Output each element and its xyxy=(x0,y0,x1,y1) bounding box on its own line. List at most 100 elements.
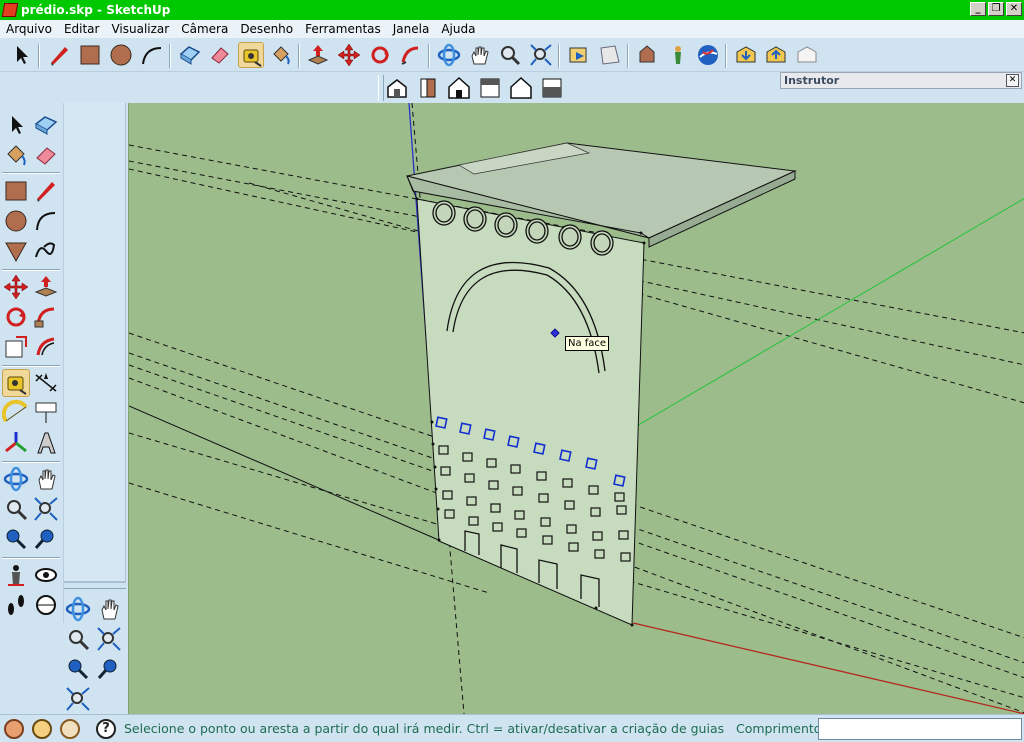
section-plane-icon[interactable] xyxy=(32,591,60,619)
pencil-icon[interactable] xyxy=(32,177,60,205)
instructor-panel: Instrutor ✕ xyxy=(780,72,1022,89)
zoom-icon[interactable] xyxy=(497,42,523,68)
previous-view-icon[interactable] xyxy=(64,655,92,683)
front-view-icon[interactable] xyxy=(415,75,441,101)
orbit-icon[interactable] xyxy=(64,595,92,623)
zoom-icon[interactable] xyxy=(64,625,92,653)
menu-arquivo[interactable]: Arquivo xyxy=(0,20,58,38)
sketchup-app-icon xyxy=(1,3,19,17)
make-component-icon[interactable] xyxy=(177,42,203,68)
red-axis xyxy=(632,622,1024,714)
offset-icon[interactable] xyxy=(32,333,60,361)
signin-icon[interactable] xyxy=(60,719,80,739)
polygon-icon[interactable] xyxy=(2,237,30,265)
follow-me-icon[interactable] xyxy=(32,303,60,331)
pan-icon[interactable] xyxy=(466,42,492,68)
tape-measure-icon[interactable] xyxy=(238,42,264,68)
minimize-button[interactable]: _ xyxy=(970,2,986,16)
measurement-input[interactable] xyxy=(818,718,1022,740)
scale-icon[interactable] xyxy=(2,333,30,361)
paint-bucket-icon[interactable] xyxy=(268,42,294,68)
get-models-icon[interactable] xyxy=(566,42,592,68)
push-pull-icon[interactable] xyxy=(305,42,331,68)
menu-bar: Arquivo Editar Visualizar Câmera Desenho… xyxy=(0,20,1024,38)
top-view-icon[interactable] xyxy=(446,75,472,101)
pan-icon[interactable] xyxy=(32,465,60,493)
rotate-icon[interactable] xyxy=(2,303,30,331)
menu-editar[interactable]: Editar xyxy=(58,20,106,38)
eraser-icon[interactable] xyxy=(32,141,60,169)
tape-measure-icon[interactable] xyxy=(2,369,30,397)
zoom-extents-icon[interactable] xyxy=(64,685,92,713)
title-bar: prédio.skp - SketchUp _ ❐ ✕ xyxy=(0,0,1024,20)
position-camera-icon[interactable] xyxy=(665,42,691,68)
measurement-label: Comprimento xyxy=(736,721,822,736)
axes-icon[interactable] xyxy=(2,429,30,457)
dimension-icon[interactable] xyxy=(32,369,60,397)
share-model-icon[interactable] xyxy=(597,42,623,68)
rectangle-icon[interactable] xyxy=(2,177,30,205)
google-earth-icon[interactable] xyxy=(695,42,721,68)
move-icon[interactable] xyxy=(2,273,30,301)
right-view-icon[interactable] xyxy=(477,75,503,101)
select-icon[interactable] xyxy=(8,42,34,68)
move-icon[interactable] xyxy=(336,42,362,68)
menu-camera[interactable]: Câmera xyxy=(175,20,234,38)
follow-me-icon[interactable] xyxy=(398,42,424,68)
orbit-icon[interactable] xyxy=(2,465,30,493)
tool-column xyxy=(0,103,64,623)
inference-tooltip: Na face xyxy=(565,336,610,351)
pencil-icon[interactable] xyxy=(46,42,72,68)
menu-janela[interactable]: Janela xyxy=(387,20,436,38)
freehand-icon[interactable] xyxy=(32,237,60,265)
3d-warehouse-get-icon[interactable] xyxy=(733,42,759,68)
geo-location-icon[interactable] xyxy=(4,719,24,739)
pan-icon[interactable] xyxy=(95,595,123,623)
zoom-icon[interactable] xyxy=(2,495,30,523)
next-view-icon[interactable] xyxy=(95,655,123,683)
circle-icon[interactable] xyxy=(108,42,134,68)
position-camera-icon[interactable] xyxy=(2,561,30,589)
zoom-window-icon[interactable] xyxy=(95,625,123,653)
instructor-close-icon[interactable]: ✕ xyxy=(1006,74,1019,87)
maximize-button[interactable]: ❐ xyxy=(988,2,1004,16)
push-pull-icon[interactable] xyxy=(32,273,60,301)
select-icon[interactable] xyxy=(2,111,30,139)
credits-icon[interactable] xyxy=(32,719,52,739)
previous-view-icon[interactable] xyxy=(2,525,30,553)
large-toolset xyxy=(0,103,128,714)
zoom-extents-icon[interactable] xyxy=(528,42,554,68)
menu-ajuda[interactable]: Ajuda xyxy=(435,20,481,38)
walk-icon[interactable] xyxy=(2,591,30,619)
left-view-icon[interactable] xyxy=(539,75,565,101)
close-button[interactable]: ✕ xyxy=(1006,2,1022,16)
drawing-viewport[interactable]: Na face xyxy=(128,103,1024,714)
3d-warehouse-share-icon[interactable] xyxy=(763,42,789,68)
help-icon[interactable]: ? xyxy=(96,719,116,739)
menu-ferramentas[interactable]: Ferramentas xyxy=(299,20,387,38)
orbit-icon[interactable] xyxy=(436,42,462,68)
menu-desenho[interactable]: Desenho xyxy=(234,20,299,38)
component-icon[interactable] xyxy=(634,42,660,68)
toolset-strip xyxy=(64,103,126,581)
iso-view-icon[interactable] xyxy=(384,75,410,101)
look-around-icon[interactable] xyxy=(32,561,60,589)
menu-visualizar[interactable]: Visualizar xyxy=(105,20,175,38)
model-scene xyxy=(129,103,1024,714)
next-view-icon[interactable] xyxy=(32,525,60,553)
share-component-icon[interactable] xyxy=(794,42,820,68)
rectangle-icon[interactable] xyxy=(77,42,103,68)
back-view-icon[interactable] xyxy=(508,75,534,101)
paint-bucket-icon[interactable] xyxy=(2,141,30,169)
make-component-icon[interactable] xyxy=(32,111,60,139)
zoom-window-icon[interactable] xyxy=(32,495,60,523)
eraser-icon[interactable] xyxy=(207,42,233,68)
circle-icon[interactable] xyxy=(2,207,30,235)
protractor-icon[interactable] xyxy=(2,399,30,427)
rotate-icon[interactable] xyxy=(367,42,393,68)
arc-icon[interactable] xyxy=(32,207,60,235)
arc-icon[interactable] xyxy=(139,42,165,68)
text-icon[interactable] xyxy=(32,399,60,427)
main-toolbar xyxy=(0,38,1024,72)
3d-text-icon[interactable] xyxy=(32,429,60,457)
